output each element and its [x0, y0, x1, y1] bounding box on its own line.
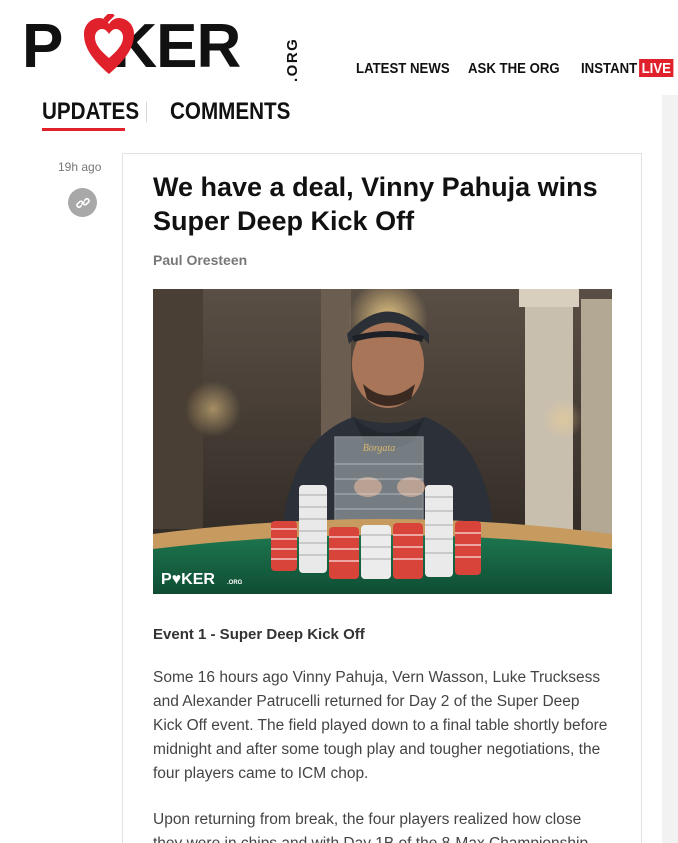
live-update-card: We have a deal, Vinny Pahuja wins Super … — [122, 153, 642, 843]
photo-watermark-suffix: .ORG — [227, 580, 243, 586]
logo-letter-p: P — [22, 12, 63, 81]
post-subhead: Event 1 - Super Deep Kick Off — [153, 626, 365, 643]
poker-org-logo[interactable]: P KER .ORG — [22, 10, 301, 82]
winner-photo: Borgata P♥KER .ORG — [153, 289, 612, 594]
trophy-label: Borgata — [363, 443, 395, 454]
logo-org-suffix: .ORG — [284, 37, 301, 82]
permalink-button[interactable] — [68, 188, 97, 217]
post-paragraph: Some 16 hours ago Vinny Pahuja, Vern Was… — [153, 669, 608, 782]
nav-ask-the-org[interactable]: ASK THE ORG — [468, 60, 560, 77]
tab-updates[interactable]: UPDATES — [42, 98, 139, 126]
post-paragraph: Upon returning from break, the four play… — [153, 811, 588, 843]
active-tab-indicator — [42, 128, 125, 131]
tab-divider — [146, 102, 147, 122]
post-timestamp: 19h ago — [58, 160, 102, 174]
live-badge: LIVE — [638, 59, 674, 77]
photo-watermark: P♥KER — [161, 571, 215, 588]
nav-instant-label: INSTANT — [581, 60, 638, 77]
link-icon — [75, 197, 90, 208]
winner-photo-illustration: Borgata P♥KER .ORG — [153, 289, 612, 594]
site-header: P KER .ORG LATEST NEWS ASK THE ORG INSTAN… — [0, 0, 678, 95]
nav-instant-live[interactable]: INSTANT LIVE — [581, 59, 674, 77]
post-title: We have a deal, Vinny Pahuja wins Super … — [153, 172, 598, 236]
heart-icon — [84, 14, 134, 74]
sidebar-gutter — [662, 95, 678, 843]
nav-latest-news[interactable]: LATEST NEWS — [356, 60, 450, 77]
post-author[interactable]: Paul Oresteen — [153, 252, 247, 268]
tab-comments[interactable]: COMMENTS — [170, 98, 290, 126]
